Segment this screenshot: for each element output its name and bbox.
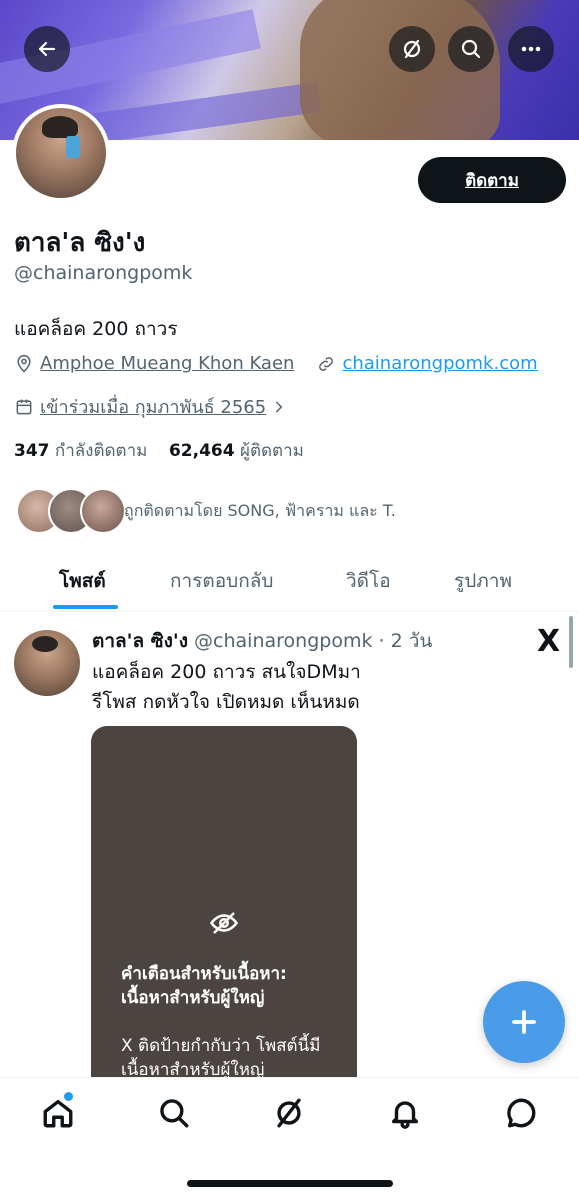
nav-notifications[interactable] — [388, 1096, 422, 1130]
followers-count: 62,464 — [168, 441, 235, 461]
profile-joined-date[interactable]: เข้าร่วมเมื่อ กุมภาพันธ์ 2565 — [40, 392, 266, 421]
plus-icon — [512, 1010, 536, 1034]
search-button[interactable] — [448, 26, 494, 72]
tab-replies[interactable]: การตอบกลับ — [170, 566, 273, 596]
back-button[interactable] — [24, 26, 70, 72]
followed-by-avatars[interactable] — [16, 488, 126, 534]
tab-posts[interactable]: โพสต์ — [59, 566, 106, 596]
home-indicator[interactable] — [187, 1180, 393, 1187]
profile-name: ตาล'ล ซิง'ง — [14, 228, 146, 258]
profile-tabs: โพสต์ การตอบกลับ วิดีโอ รูปภาพ — [0, 552, 579, 612]
message-icon — [507, 1098, 536, 1128]
avatar-detail — [66, 136, 80, 158]
search-icon — [160, 1099, 189, 1128]
avatar — [80, 488, 126, 534]
notification-dot — [64, 1092, 73, 1101]
post-text-line: แอคล็อค 200 ถาวร สนใจDMมา — [92, 661, 361, 683]
nav-home[interactable] — [41, 1096, 75, 1130]
bell-icon — [391, 1101, 419, 1129]
tab-photos[interactable]: รูปภาพ — [454, 566, 512, 596]
sensitive-media-card[interactable]: คำเตือนสำหรับเนื้อหา: เนื้อหาสำหรับผู้ให… — [91, 726, 357, 1106]
tab-videos[interactable]: วิดีโอ — [346, 566, 391, 596]
x-logo-icon: X — [537, 624, 561, 659]
post-author-avatar[interactable] — [14, 630, 80, 696]
post-author-handle: @chainarongpomk — [194, 630, 373, 652]
following-count: 347 — [14, 441, 50, 461]
search-icon — [461, 39, 481, 59]
followed-by-text[interactable]: ถูกติดตามโดย SONG, ฟ้าคราม และ T. — [124, 499, 396, 524]
profile-joined-row[interactable]: เข้าร่วมเมื่อ กุมภาพันธ์ 2565 — [14, 392, 288, 421]
home-icon — [43, 1099, 73, 1128]
scrollbar[interactable] — [569, 616, 573, 668]
profile-location[interactable]: Amphoe Mueang Khon Kaen — [40, 353, 294, 374]
post-author-name[interactable]: ตาล'ล ซิง'ง — [92, 630, 188, 652]
calendar-icon — [16, 399, 32, 414]
grok-button[interactable] — [389, 26, 435, 72]
following-stat[interactable]: 347 กำลังติดตาม — [14, 441, 147, 461]
following-label: กำลังติดตาม — [54, 441, 148, 461]
profile-handle: @chainarongpomk — [14, 262, 193, 284]
chevron-right-icon — [275, 400, 283, 413]
location-pin-icon — [17, 354, 31, 373]
nav-search[interactable] — [157, 1096, 191, 1130]
post-header: ตาล'ล ซิง'ง @chainarongpomk · 2 วัน — [92, 626, 432, 656]
compose-button[interactable] — [483, 981, 565, 1063]
nav-messages[interactable] — [504, 1096, 538, 1130]
avatar-detail — [32, 636, 58, 652]
profile-meta-row: Amphoe Mueang Khon Kaen chainarongpomk.c… — [14, 353, 538, 374]
content-warning-body: X ติดป้ายกำกับว่า โพสต์นี้มีเนื้อหาสำหรั… — [121, 1036, 321, 1080]
profile-stats: 347 กำลังติดตาม 62,464 ผู้ติดตาม — [14, 437, 304, 464]
profile-avatar[interactable] — [12, 104, 110, 202]
avatar-detail — [42, 116, 78, 138]
arrow-left-icon — [38, 41, 56, 57]
more-icon — [521, 46, 541, 52]
profile-bio: แอคล็อค 200 ถาวร — [14, 318, 178, 340]
post-time: · 2 วัน — [378, 630, 433, 652]
more-button[interactable] — [508, 26, 554, 72]
profile-website-link[interactable]: chainarongpomk.com — [342, 353, 537, 374]
followers-label: ผู้ติดตาม — [239, 441, 304, 461]
follow-button[interactable]: ติดตาม — [418, 157, 566, 203]
post-text-line: รีโพส กดหัวใจ เปิดหมด เห็นหมด — [92, 691, 360, 713]
post-text: แอคล็อค 200 ถาวร สนใจDMมา รีโพส กดหัวใจ … — [92, 657, 492, 717]
eye-off-icon — [209, 912, 239, 934]
grok-icon — [277, 1098, 301, 1128]
nav-grok[interactable] — [272, 1096, 306, 1130]
content-warning-title: คำเตือนสำหรับเนื้อหา: เนื้อหาสำหรับผู้ให… — [121, 964, 287, 1008]
link-icon — [319, 356, 334, 371]
grok-icon — [403, 39, 421, 59]
followers-stat[interactable]: 62,464 ผู้ติดตาม — [169, 441, 304, 461]
active-tab-indicator — [53, 605, 118, 609]
